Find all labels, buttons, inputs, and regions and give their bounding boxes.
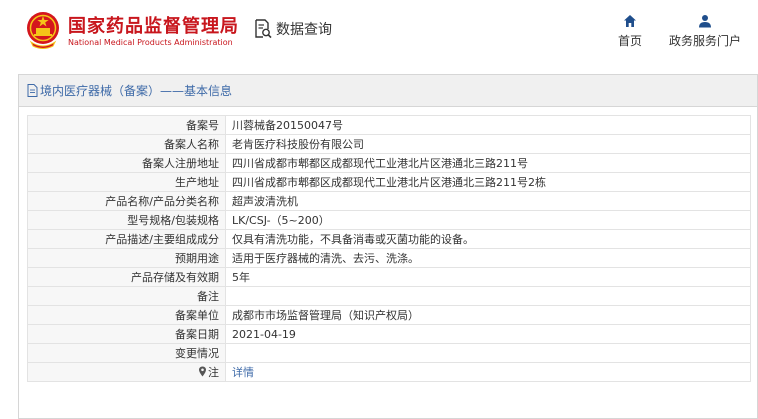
table-row: 备案人名称 老肯医疗科技股份有限公司	[27, 134, 751, 154]
table-row: 注 详情	[27, 362, 751, 382]
field-label: 备案人注册地址	[27, 153, 226, 173]
field-label: 预期用途	[27, 248, 226, 268]
table-row: 生产地址 四川省成都市郫都区成都现代工业港北片区港通北三路211号2栋	[27, 172, 751, 192]
field-label: 备案单位	[27, 305, 226, 325]
field-value: 四川省成都市郫都区成都现代工业港北片区港通北三路211号2栋	[225, 172, 751, 192]
info-panel: 境内医疗器械（备案）——基本信息 备案号 川蓉械备20150047号 备案人名称…	[18, 74, 758, 419]
field-label: 备案日期	[27, 324, 226, 344]
note-label: 注	[208, 365, 219, 379]
brand-subtitle: National Medical Products Administration	[68, 38, 233, 47]
table-row: 备案人注册地址 四川省成都市郫都区成都现代工业港北片区港通北三路211号	[27, 153, 751, 173]
field-value: 2021-04-19	[225, 324, 751, 344]
field-value: 适用于医疗器械的清洗、去污、洗涤。	[225, 248, 751, 268]
panel-title-bar: 境内医疗器械（备案）——基本信息	[19, 75, 757, 107]
field-value: 详情	[225, 362, 751, 382]
header: 国家药品监督管理局 National Medical Products Admi…	[0, 0, 758, 62]
field-label: 变更情况	[27, 343, 226, 363]
field-value	[225, 343, 751, 363]
field-value: 仅具有清洗功能，不具备消毒或灭菌功能的设备。	[225, 229, 751, 249]
table-row: 备注	[27, 286, 751, 306]
document-search-icon	[255, 19, 272, 39]
table-row: 备案单位 成都市市场监督管理局（知识产权局）	[27, 305, 751, 325]
panel-title: 境内医疗器械（备案）——基本信息	[40, 84, 233, 98]
home-icon	[624, 15, 636, 27]
field-label: 备案号	[27, 115, 226, 135]
field-label: 产品存储及有效期	[27, 267, 226, 287]
field-label: 型号规格/包装规格	[27, 210, 226, 230]
field-value	[225, 286, 751, 306]
table-row: 产品描述/主要组成成分 仅具有清洗功能，不具备消毒或灭菌功能的设备。	[27, 229, 751, 249]
user-icon	[699, 15, 711, 28]
field-label-note: 注	[27, 362, 226, 382]
table-row: 变更情况	[27, 343, 751, 363]
field-value: 老肯医疗科技股份有限公司	[225, 134, 751, 154]
field-label: 产品名称/产品分类名称	[27, 191, 226, 211]
field-value: 成都市市场监督管理局（知识产权局）	[225, 305, 751, 325]
field-value: 5年	[225, 267, 751, 287]
nav-home-label: 首页	[617, 34, 642, 48]
brand-title: 国家药品监督管理局	[68, 16, 239, 37]
field-value: 川蓉械备20150047号	[225, 115, 751, 135]
field-label: 产品描述/主要组成成分	[27, 229, 226, 249]
field-value: 超声波清洗机	[225, 191, 751, 211]
table-row: 备案号 川蓉械备20150047号	[27, 115, 751, 135]
field-label: 生产地址	[27, 172, 226, 192]
table-row: 型号规格/包装规格 LK/CSJ-（5~200）	[27, 210, 751, 230]
table-row: 产品名称/产品分类名称 超声波清洗机	[27, 191, 751, 211]
document-icon	[27, 84, 38, 97]
nav-service-portal[interactable]: 政务服务门户	[665, 14, 745, 49]
info-table: 备案号 川蓉械备20150047号 备案人名称 老肯医疗科技股份有限公司 备案人…	[27, 115, 751, 382]
field-value: 四川省成都市郫都区成都现代工业港北片区港通北三路211号	[225, 153, 751, 173]
nav-service-portal-label: 政务服务门户	[668, 34, 741, 48]
nav-home[interactable]: 首页	[590, 14, 670, 49]
field-label: 备案人名称	[27, 134, 226, 154]
table-row: 产品存储及有效期 5年	[27, 267, 751, 287]
data-query-link[interactable]: 数据查询	[254, 18, 332, 40]
table-row: 备案日期 2021-04-19	[27, 324, 751, 344]
field-value: LK/CSJ-（5~200）	[225, 210, 751, 230]
data-query-label: 数据查询	[276, 22, 332, 38]
detail-link[interactable]: 详情	[232, 366, 254, 379]
national-emblem-icon	[27, 12, 59, 49]
table-row: 预期用途 适用于医疗器械的清洗、去污、洗涤。	[27, 248, 751, 268]
field-label: 备注	[27, 286, 226, 306]
pin-icon	[199, 366, 206, 376]
